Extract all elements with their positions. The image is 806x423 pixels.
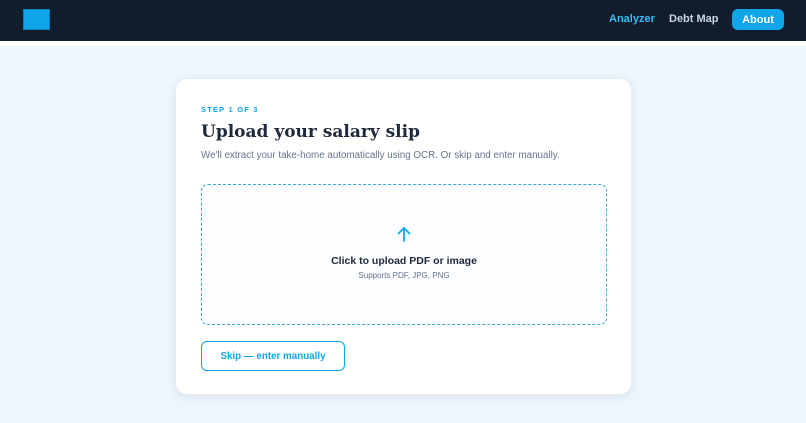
page-title: Upload your salary slip bbox=[201, 122, 420, 142]
about-button[interactable]: About bbox=[732, 9, 784, 30]
page-subtitle: We'll extract your take-home automatical… bbox=[201, 150, 560, 161]
top-navbar: Analyzer Debt Map About bbox=[0, 0, 806, 41]
skip-manual-button[interactable]: Skip — enter manually bbox=[201, 341, 345, 371]
file-dropzone[interactable]: Click to upload PDF or image Supports PD… bbox=[201, 184, 607, 325]
upload-arrow-icon bbox=[395, 225, 413, 243]
nav-link-analyzer[interactable]: Analyzer bbox=[609, 13, 655, 25]
nav-link-debt-map[interactable]: Debt Map bbox=[669, 13, 719, 25]
upload-card: STEP 1 OF 3 Upload your salary slip We'l… bbox=[175, 78, 632, 395]
upload-title: Click to upload PDF or image bbox=[331, 255, 477, 267]
logo[interactable] bbox=[23, 9, 50, 30]
header-divider bbox=[0, 41, 806, 46]
upload-formats: Supports PDF, JPG, PNG bbox=[358, 271, 450, 280]
step-indicator: STEP 1 OF 3 bbox=[201, 105, 259, 114]
